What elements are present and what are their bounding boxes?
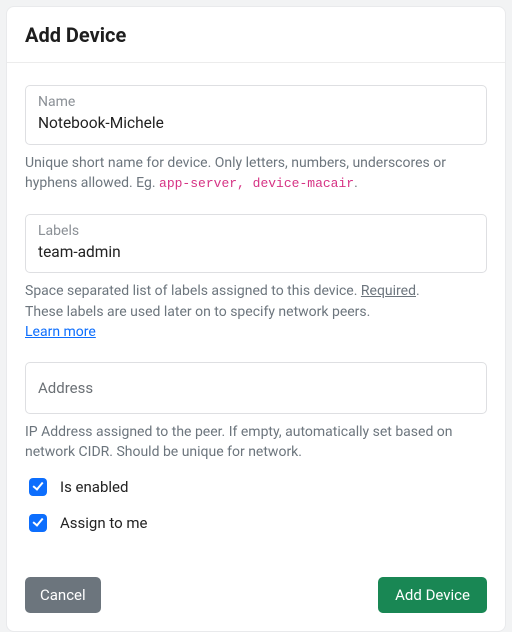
enabled-checkbox[interactable]: [29, 478, 47, 496]
name-field[interactable]: Name: [25, 85, 487, 145]
required-word: Required: [361, 283, 416, 299]
enabled-row: Is enabled: [25, 475, 487, 499]
labels-help: Space separated list of labels assigned …: [25, 281, 487, 342]
labels-input[interactable]: [38, 242, 474, 264]
add-device-dialog: Add Device Name Unique short name for de…: [6, 6, 506, 632]
address-field[interactable]: [25, 362, 487, 414]
add-device-button[interactable]: Add Device: [378, 577, 487, 613]
address-help: IP Address assigned to the peer. If empt…: [25, 422, 487, 463]
dialog-footer: Cancel Add Device: [7, 563, 505, 631]
name-input[interactable]: [38, 113, 474, 135]
dialog-header: Add Device: [7, 7, 505, 63]
assign-checkbox[interactable]: [29, 514, 47, 532]
assign-row: Assign to me: [25, 511, 487, 535]
dialog-title: Add Device: [25, 23, 487, 47]
learn-more-link[interactable]: Learn more: [25, 324, 96, 340]
name-help: Unique short name for device. Only lette…: [25, 153, 487, 194]
labels-label: Labels: [38, 222, 474, 241]
enabled-label: Is enabled: [60, 478, 128, 496]
dialog-body: Name Unique short name for device. Only …: [7, 63, 505, 537]
labels-field[interactable]: Labels: [25, 214, 487, 274]
name-label: Name: [38, 93, 474, 112]
address-input[interactable]: [38, 378, 474, 399]
cancel-button[interactable]: Cancel: [25, 577, 101, 613]
assign-label: Assign to me: [60, 514, 148, 532]
